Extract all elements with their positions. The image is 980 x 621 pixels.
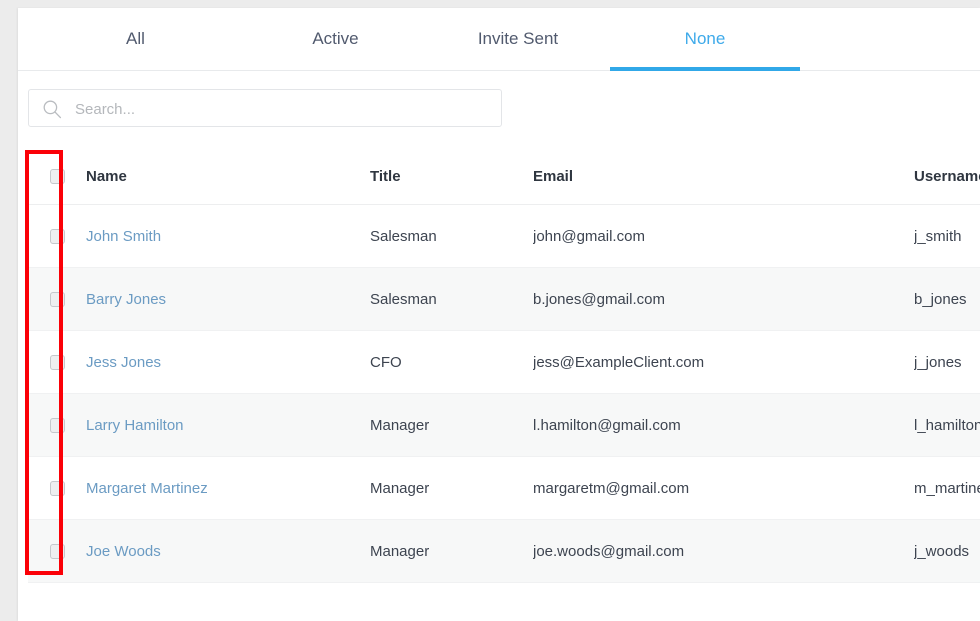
tab-active[interactable]: Active: [243, 8, 428, 70]
tab-label: None: [685, 29, 726, 48]
cell-email: john@gmail.com: [533, 205, 913, 267]
cell-name: Larry Hamilton: [86, 394, 366, 456]
cell-username: j_woods: [914, 520, 980, 582]
user-name-link[interactable]: Barry Jones: [86, 291, 166, 308]
select-all-checkbox[interactable]: [50, 169, 65, 184]
tab-label: Active: [312, 29, 358, 48]
cell-email: b.jones@gmail.com: [533, 268, 913, 330]
user-name-link[interactable]: Margaret Martinez: [86, 480, 208, 497]
table-row[interactable]: Margaret Martinez Managermargaretm@gmail.…: [28, 457, 980, 520]
user-name-link[interactable]: Larry Hamilton: [86, 417, 184, 434]
active-tab-underline: [610, 67, 800, 71]
table-header-row: NameTitleEmailUsername: [28, 149, 980, 205]
row-select-cell: [50, 268, 80, 330]
row-select-cell: [50, 331, 80, 393]
user-name-link[interactable]: John Smith: [86, 228, 161, 245]
tab-label: All: [126, 29, 145, 48]
cell-username: j_smith: [914, 205, 980, 267]
screen-root: All Active Invite Sent None NameTitleEmailU…: [0, 0, 980, 621]
search-input[interactable]: [73, 90, 497, 128]
cell-title: Manager: [370, 520, 530, 582]
table-row[interactable]: Larry Hamilton Managerl.hamilton@gmail.co…: [28, 394, 980, 457]
cell-email: joe.woods@gmail.com: [533, 520, 913, 582]
column-header-name[interactable]: Name: [86, 149, 366, 204]
row-select-cell: [50, 457, 80, 519]
table-row[interactable]: Barry Jones Salesmanb.jones@gmail.comb_jo…: [28, 268, 980, 331]
table-row[interactable]: Jess Jones CFOjess@ExampleClient.comj_jon…: [28, 331, 980, 394]
row-select-cell: [50, 394, 80, 456]
users-table: NameTitleEmailUsername John Smith Salesman…: [28, 149, 980, 583]
cell-title: Salesman: [370, 268, 530, 330]
cell-username: j_jones: [914, 331, 980, 393]
row-select-checkbox[interactable]: [50, 544, 65, 559]
cell-name: Joe Woods: [86, 520, 366, 582]
tab-label: Invite Sent: [478, 29, 558, 48]
table-row[interactable]: Joe Woods Managerjoe.woods@gmail.comj_woo…: [28, 520, 980, 583]
cell-title: CFO: [370, 331, 530, 393]
content-card: All Active Invite Sent None NameTitleEmailU…: [18, 8, 980, 621]
cell-username: b_jones: [914, 268, 980, 330]
cell-name: Jess Jones: [86, 331, 366, 393]
column-header-email[interactable]: Email: [533, 149, 913, 204]
row-select-checkbox[interactable]: [50, 229, 65, 244]
column-header-username[interactable]: Username: [914, 149, 980, 204]
cell-name: John Smith: [86, 205, 366, 267]
cell-name: Margaret Martinez: [86, 457, 366, 519]
cell-title: Manager: [370, 394, 530, 456]
row-select-cell: [50, 205, 80, 267]
select-all-cell: [50, 149, 80, 204]
row-select-checkbox[interactable]: [50, 292, 65, 307]
cell-title: Salesman: [370, 205, 530, 267]
cell-email: jess@ExampleClient.com: [533, 331, 913, 393]
search-icon: [42, 99, 62, 119]
tab-bar: All Active Invite Sent None: [18, 8, 980, 71]
row-select-checkbox[interactable]: [50, 481, 65, 496]
tab-invite-sent[interactable]: Invite Sent: [418, 8, 618, 70]
table-row[interactable]: John Smith Salesmanjohn@gmail.comj_smith: [28, 205, 980, 268]
cell-title: Manager: [370, 457, 530, 519]
row-select-checkbox[interactable]: [50, 418, 65, 433]
tab-none[interactable]: None: [610, 8, 800, 70]
user-name-link[interactable]: Jess Jones: [86, 354, 161, 371]
cell-username: m_martinez: [914, 457, 980, 519]
cell-email: margaretm@gmail.com: [533, 457, 913, 519]
cell-email: l.hamilton@gmail.com: [533, 394, 913, 456]
row-select-checkbox[interactable]: [50, 355, 65, 370]
tab-all[interactable]: All: [28, 8, 243, 70]
column-header-title[interactable]: Title: [370, 149, 530, 204]
user-name-link[interactable]: Joe Woods: [86, 543, 161, 560]
search-box[interactable]: [28, 89, 502, 127]
cell-username: l_hamilton: [914, 394, 980, 456]
row-select-cell: [50, 520, 80, 582]
cell-name: Barry Jones: [86, 268, 366, 330]
